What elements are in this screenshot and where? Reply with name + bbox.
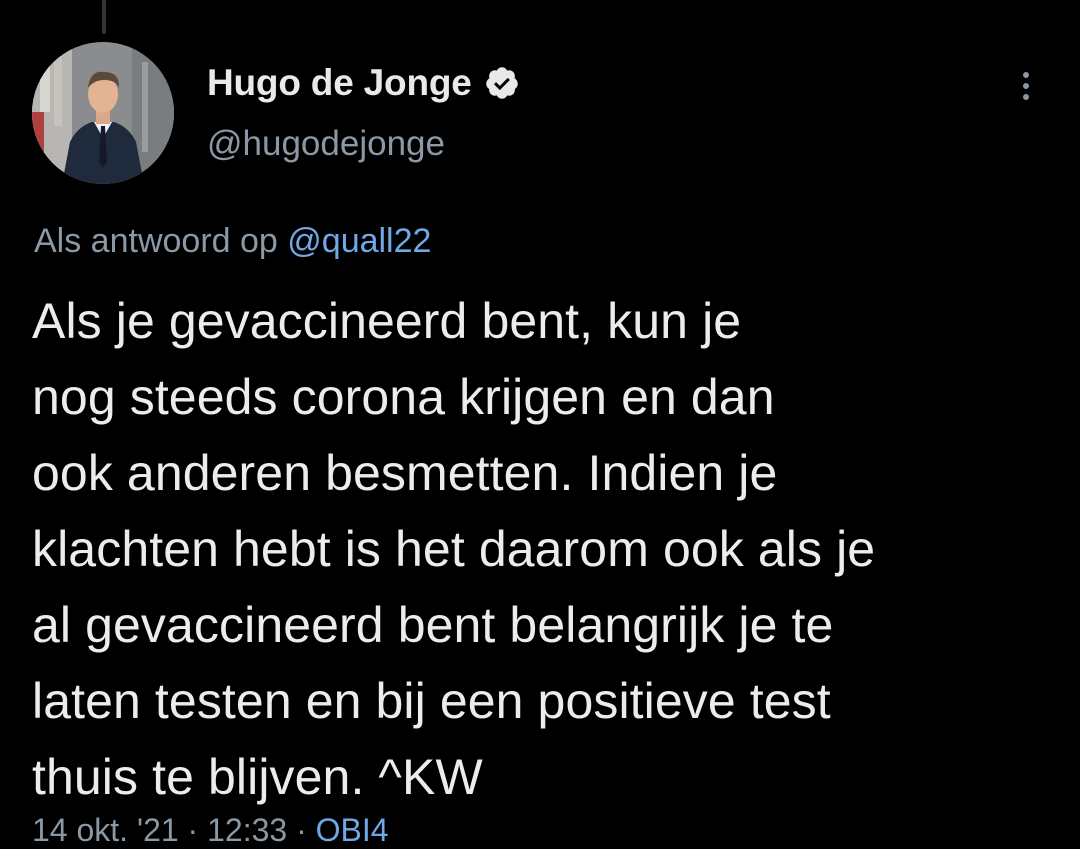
tweet-text-line: nog steeds corona krijgen en dan (32, 369, 775, 425)
author-display-name[interactable]: Hugo de Jonge (207, 62, 472, 104)
tweet-source-link[interactable]: OBI4 (316, 812, 389, 848)
verified-badge-icon (485, 67, 518, 99)
more-vertical-icon (1023, 72, 1029, 78)
reply-prefix: Als antwoord op (34, 222, 278, 260)
author-name-row: Hugo de Jonge (207, 60, 520, 106)
avatar[interactable] (32, 42, 174, 184)
tweet-text-line: klachten hebt is het daarom ook als je (32, 521, 876, 577)
more-options-button[interactable] (1010, 66, 1042, 106)
reply-context: Als antwoord op @quall22 (34, 222, 431, 261)
tweet-date[interactable]: 14 okt. '21 (32, 812, 179, 848)
tweet-text: Als je gevaccineerd bent, kun je nog ste… (32, 283, 1062, 815)
tweet-text-line: Als je gevaccineerd bent, kun je (32, 293, 742, 349)
tweet-text-line: ook anderen besmetten. Indien je (32, 445, 778, 501)
tweet-text-line: thuis te blijven. ^KW (32, 749, 483, 805)
meta-separator-2: · (296, 812, 307, 848)
tweet-text-line: laten testen en bij een positieve test (32, 673, 831, 729)
tweet-text-line: al gevaccineerd bent belangrijk je te (32, 597, 834, 653)
author-handle[interactable]: @hugodejonge (207, 124, 445, 164)
tweet-meta: 14 okt. '21 · 12:33 · OBI4 (32, 812, 389, 849)
reply-mention-link[interactable]: @quall22 (287, 222, 431, 260)
more-vertical-icon-dot (1023, 83, 1029, 89)
more-vertical-icon-dot (1023, 94, 1029, 100)
profile-photo (32, 42, 174, 184)
meta-separator: · (187, 812, 199, 848)
thread-connector-line (102, 0, 106, 34)
tweet-time[interactable]: 12:33 (207, 812, 287, 848)
